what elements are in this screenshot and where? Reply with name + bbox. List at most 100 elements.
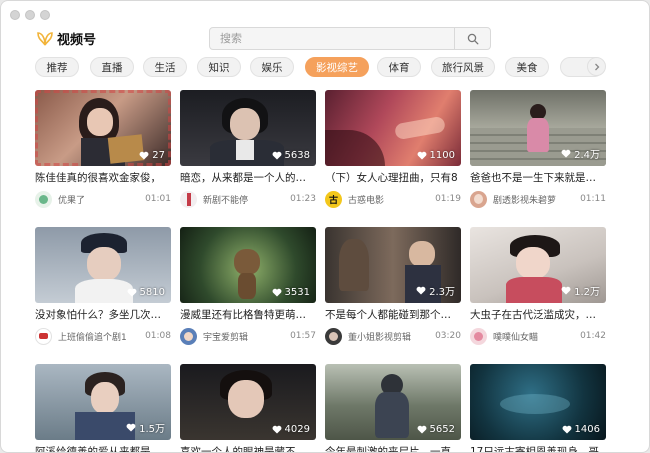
video-card[interactable]: 1.5万 阿溪给德善的爱从来都是明目张胆 [35,364,171,452]
video-card[interactable]: 1.2万 大虫子在古代泛滥成灾，弄得 噗噗仙女瞄 01:42 [470,227,606,345]
video-thumbnail[interactable]: 2.3万 [325,227,461,303]
video-duration: 01:08 [145,331,171,341]
video-title[interactable]: 没对象怕什么？多坐几次公交车 [35,308,171,322]
tab-label: 娱乐 [261,61,283,74]
tab-film-tv[interactable]: 影视综艺 [305,57,369,77]
video-card[interactable]: 5652 今年最刺激的丧尸片，一直 [325,364,461,452]
video-thumbnail[interactable]: 4029 [180,364,316,440]
video-thumbnail[interactable]: 27 [35,90,171,166]
video-title[interactable]: 暗恋，从来都是一个人的兵荒马乱 [180,171,316,185]
author-avatar[interactable] [470,190,487,208]
video-card[interactable]: 3531 漫威里还有比格鲁特更萌的吗 宇宝爱剪辑 01:57 [180,227,316,345]
video-title[interactable]: 阿溪给德善的爱从来都是明目张胆 [35,445,171,452]
app-name: 视频号 [57,33,97,48]
author-avatar[interactable] [180,327,197,345]
butterfly-logo-icon [37,31,53,45]
video-title[interactable]: 漫威里还有比格鲁特更萌的吗 [180,308,316,322]
video-meta: 剧透影视朱碧萝 01:11 [470,190,606,208]
author-name[interactable]: 剧透影视朱碧萝 [493,193,580,206]
search-button[interactable] [454,28,490,49]
close-window-button[interactable] [10,10,20,20]
author-avatar[interactable] [35,327,52,345]
video-meta: 噗噗仙女瞄 01:42 [470,327,606,345]
video-thumbnail[interactable]: 1.5万 [35,364,171,440]
tab-label: 旅行风景 [442,61,484,74]
like-count-value: 1.2万 [574,287,600,298]
like-count-value: 3531 [284,287,310,298]
video-thumbnail[interactable]: 5810 [35,227,171,303]
like-count: 5810 [127,287,165,298]
author-name[interactable]: 董小姐影视剪辑 [348,330,435,343]
app-logo: 视频号 [37,29,96,48]
author-name[interactable]: 上班偷偷追个剧1 [58,330,145,343]
author-avatar[interactable] [325,327,342,345]
author-avatar[interactable] [35,190,52,208]
video-meta: 优果了 01:01 [35,190,171,208]
maximize-window-button[interactable] [40,10,50,20]
like-count-value: 27 [152,150,165,161]
like-count: 1406 [562,424,600,435]
search-input[interactable] [210,28,454,49]
tab-label: 美食 [516,61,538,74]
tab-travel[interactable]: 旅行风景 [431,57,495,77]
next-tabs-button[interactable] [587,57,606,76]
author-name[interactable]: 宇宝爱剪辑 [203,330,290,343]
video-title[interactable]: 大虫子在古代泛滥成灾，弄得 [470,308,606,322]
like-count-value: 5652 [429,424,455,435]
video-card[interactable]: 2.4万 爸爸也不是一生下来就是超人 剧透影视朱碧萝 01:11 [470,90,606,208]
video-card[interactable]: 1100 （下）女人心理扭曲，只有8 古 古惑电影 01:19 [325,90,461,208]
video-title[interactable]: （下）女人心理扭曲，只有8 [325,171,461,185]
video-title[interactable]: 不是每个人都能碰到那个属于自己 [325,308,461,322]
author-name[interactable]: 噗噗仙女瞄 [493,330,580,343]
heart-icon [139,151,149,160]
tab-label: 生活 [154,61,176,74]
tab-label: 影视综艺 [316,61,358,74]
video-card[interactable]: 5638 暗恋，从来都是一个人的兵荒马乱 新剧不能停 01:23 [180,90,316,208]
tab-life[interactable]: 生活 [143,57,187,77]
tab-food[interactable]: 美食 [505,57,549,77]
video-duration: 01:57 [290,331,316,341]
video-duration: 03:20 [435,331,461,341]
tab-label: 直播 [101,61,123,74]
video-thumbnail[interactable]: 1.2万 [470,227,606,303]
tab-recommend[interactable]: 推荐 [35,57,79,77]
video-card[interactable]: 5810 没对象怕什么？多坐几次公交车 上班偷偷追个剧1 01:08 [35,227,171,345]
video-title[interactable]: 17只远古寄相恩善现身，哥 [470,445,606,452]
video-title[interactable]: 喜欢一个人的眼神是藏不住的 [180,445,316,452]
like-count: 1.5万 [126,420,165,435]
author-name[interactable]: 优果了 [58,193,145,206]
tab-sports[interactable]: 体育 [377,57,421,77]
tab-label: 体育 [388,61,410,74]
video-thumbnail[interactable]: 5652 [325,364,461,440]
video-meta: 宇宝爱剪辑 01:57 [180,327,316,345]
like-count: 4029 [272,424,310,435]
video-thumbnail[interactable]: 2.4万 [470,90,606,166]
author-avatar[interactable] [470,327,487,345]
video-thumbnail[interactable]: 3531 [180,227,316,303]
like-count: 2.3万 [416,283,455,298]
author-avatar[interactable]: 古 [325,190,342,208]
video-title[interactable]: 爸爸也不是一生下来就是超人 [470,171,606,185]
heart-icon [562,425,571,434]
tab-live[interactable]: 直播 [90,57,134,77]
video-meta: 古 古惑电影 01:19 [325,190,461,208]
video-card[interactable]: 27 陈佳佳真的很喜欢金家俊， 优果了 01:01 [35,90,171,208]
video-title[interactable]: 陈佳佳真的很喜欢金家俊， [35,171,171,185]
tab-entertainment[interactable]: 娱乐 [250,57,294,77]
video-title[interactable]: 今年最刺激的丧尸片，一直 [325,445,461,452]
video-thumbnail[interactable]: 1100 [325,90,461,166]
author-avatar[interactable] [180,190,197,208]
video-thumbnail[interactable]: 1406 [470,364,606,440]
video-card[interactable]: 1406 17只远古寄相恩善现身，哥 [470,364,606,452]
like-count: 3531 [272,287,310,298]
author-name[interactable]: 新剧不能停 [203,193,290,206]
like-count-value: 5638 [284,150,310,161]
tab-knowledge[interactable]: 知识 [197,57,241,77]
heart-icon [272,288,281,297]
minimize-window-button[interactable] [25,10,35,20]
heart-icon [272,425,281,434]
video-card[interactable]: 4029 喜欢一个人的眼神是藏不住的 [180,364,316,452]
video-card[interactable]: 2.3万 不是每个人都能碰到那个属于自己 董小姐影视剪辑 03:20 [325,227,461,345]
author-name[interactable]: 古惑电影 [348,193,435,206]
video-thumbnail[interactable]: 5638 [180,90,316,166]
